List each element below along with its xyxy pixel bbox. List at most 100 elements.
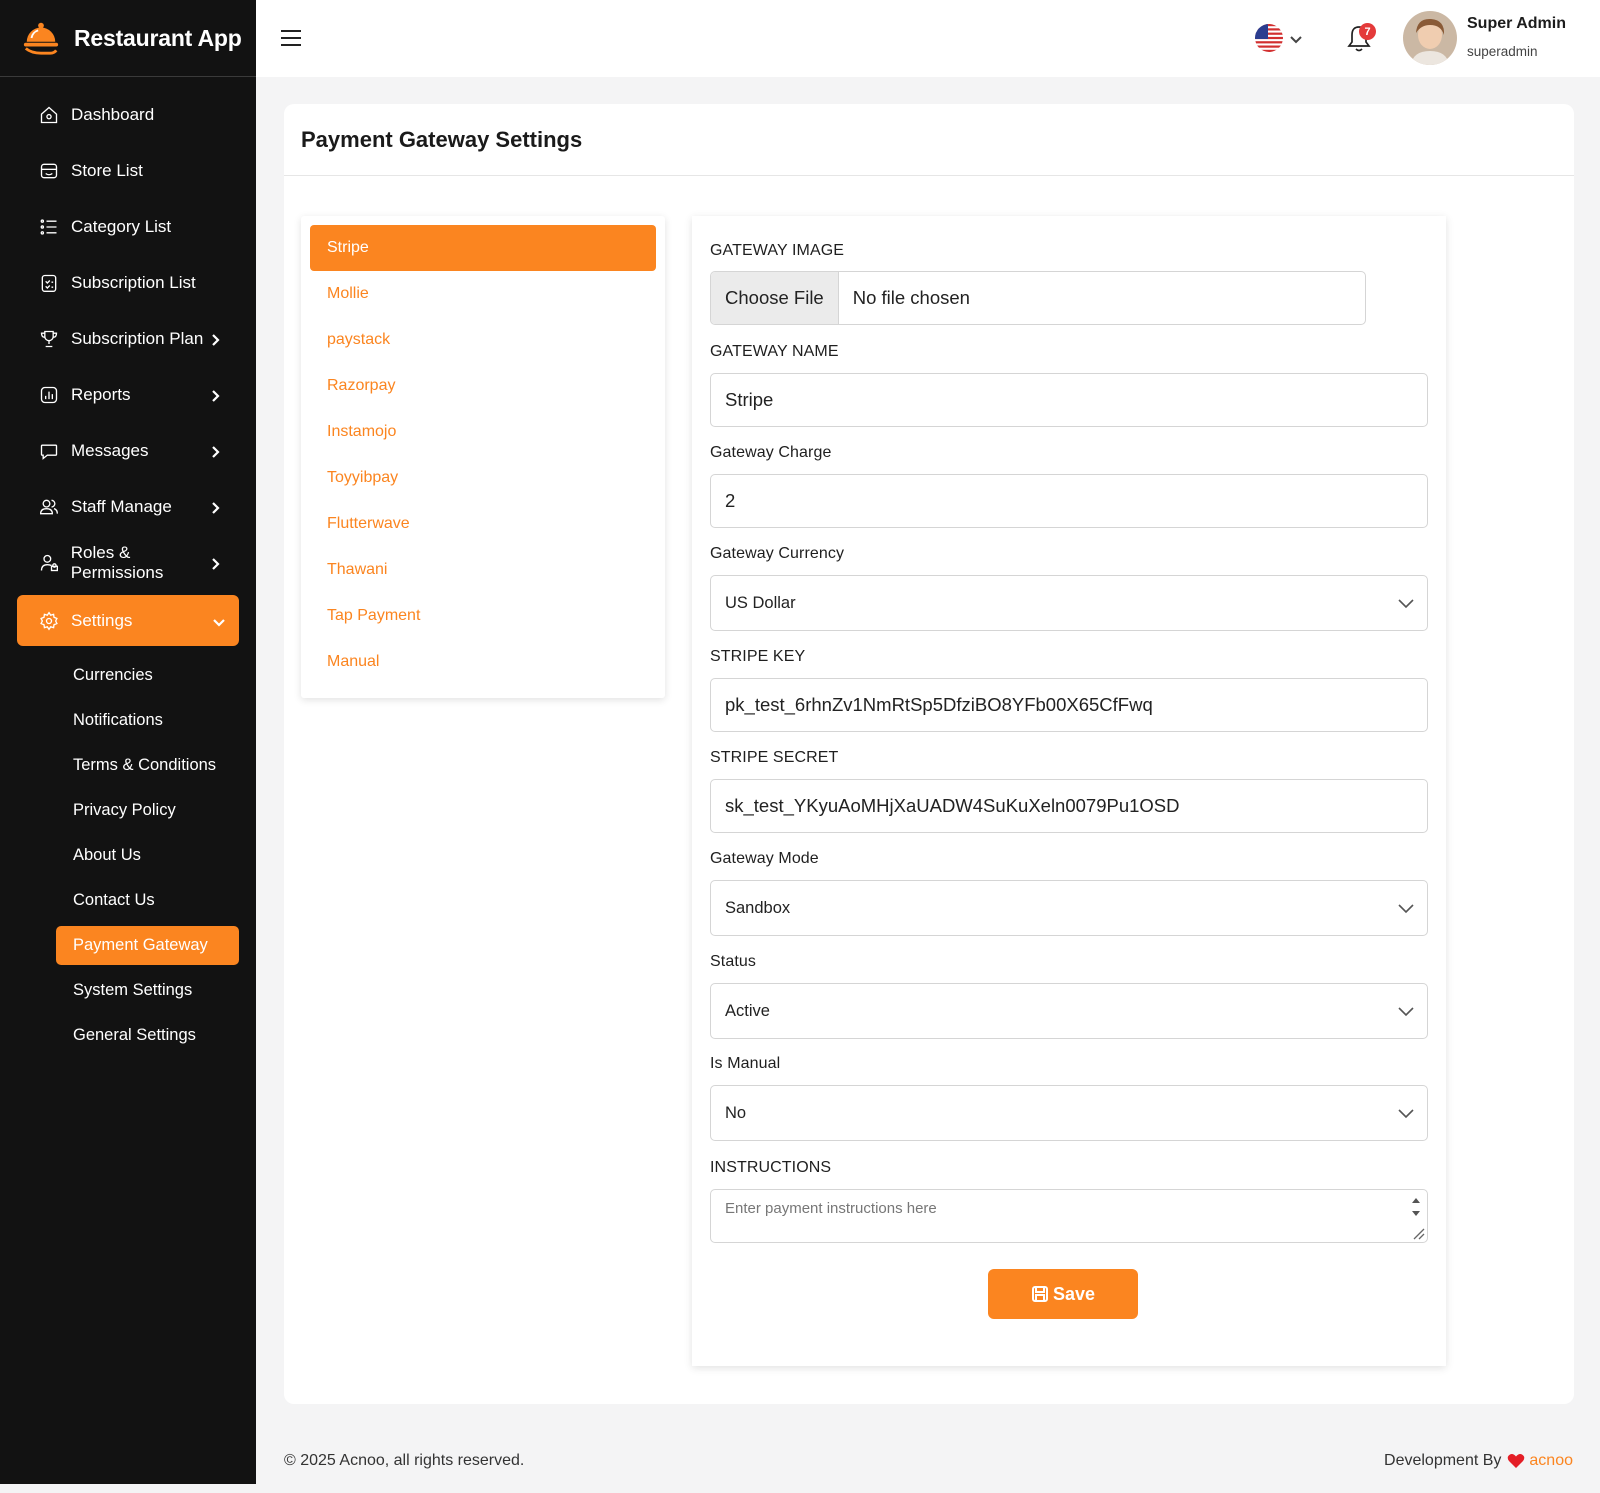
choose-file-button[interactable]: Choose File bbox=[711, 272, 839, 324]
save-button-label: Save bbox=[1052, 1283, 1096, 1304]
language-selector[interactable] bbox=[1255, 24, 1283, 52]
gateway-item-manual[interactable]: Manual bbox=[310, 639, 656, 685]
sidebar-subitem-contact-us[interactable]: Contact Us bbox=[56, 881, 239, 920]
sidebar-item-roles-permissions[interactable]: Roles & Permissions bbox=[0, 535, 256, 591]
is-manual-select[interactable]: No bbox=[710, 1085, 1428, 1141]
gateway-item-flutterwave[interactable]: Flutterwave bbox=[310, 501, 656, 547]
brand[interactable]: Restaurant App bbox=[0, 0, 256, 77]
chevron-down-icon[interactable] bbox=[1290, 32, 1302, 44]
gateway-currency-label: Gateway Currency bbox=[710, 545, 845, 562]
settings-subnav: Currencies Notifications Terms & Conditi… bbox=[0, 652, 256, 1055]
clipboard-icon bbox=[38, 272, 60, 294]
chat-bubble-icon bbox=[38, 440, 60, 462]
gateway-item-razorpay[interactable]: Razorpay bbox=[310, 363, 656, 409]
chevron-down-icon bbox=[212, 614, 226, 628]
gateway-item-paystack[interactable]: paystack bbox=[310, 317, 656, 363]
sidebar-item-label: Roles & Permissions bbox=[70, 543, 164, 582]
chevron-right-icon bbox=[208, 556, 222, 570]
sidebar-item-settings[interactable]: Settings bbox=[17, 595, 239, 646]
avatar[interactable] bbox=[1403, 11, 1457, 65]
sidebar-subitem-terms-conditions[interactable]: Terms & Conditions bbox=[56, 746, 239, 785]
hamburger-icon bbox=[281, 30, 301, 46]
page-title: Payment Gateway Settings bbox=[301, 126, 583, 152]
sidebar-item-category-list[interactable]: Category List bbox=[0, 199, 256, 255]
status-value: Active bbox=[725, 1001, 770, 1020]
stripe-key-input[interactable]: pk_test_6rhnZv1NmRtSp5DfziBO8YFb00X65CfF… bbox=[710, 678, 1428, 732]
chevron-down-icon bbox=[1397, 899, 1415, 917]
status-label: Status bbox=[710, 953, 756, 970]
resize-handle-icon[interactable] bbox=[1411, 1226, 1425, 1240]
dev-prefix: Development By bbox=[1384, 1452, 1502, 1469]
gateway-item-instamojo[interactable]: Instamojo bbox=[310, 409, 656, 455]
topbar: 7 Super Admin superadmin bbox=[256, 0, 1600, 77]
user-name[interactable]: Super Admin bbox=[1467, 15, 1566, 33]
gear-icon bbox=[38, 610, 60, 632]
save-button[interactable]: Save bbox=[988, 1269, 1138, 1319]
sidebar-item-subscription-list[interactable]: Subscription List bbox=[0, 255, 256, 311]
chevron-right-icon bbox=[208, 332, 222, 346]
is-manual-value: No bbox=[725, 1103, 747, 1122]
sidebar-subitem-system-settings[interactable]: System Settings bbox=[56, 971, 239, 1010]
gateway-charge-input[interactable]: 2 bbox=[710, 474, 1428, 528]
instructions-placeholder: Enter payment instructions here bbox=[725, 1200, 937, 1217]
instructions-textarea[interactable]: Enter payment instructions here bbox=[710, 1189, 1428, 1243]
payment-gateway-card: Payment Gateway Settings Stripe Mollie p… bbox=[284, 104, 1574, 1404]
footer: © 2025 Acnoo, all rights reserved. Devel… bbox=[256, 1430, 1600, 1480]
gateway-item-toyyibpay[interactable]: Toyyibpay bbox=[310, 455, 656, 501]
sidebar-nav: Dashboard Store List Category List Subsc… bbox=[0, 77, 256, 646]
chevron-right-icon bbox=[208, 500, 222, 514]
sidebar-item-label: Reports bbox=[71, 385, 131, 404]
gateway-item-tap-payment[interactable]: Tap Payment bbox=[310, 593, 656, 639]
sidebar-item-messages[interactable]: Messages bbox=[0, 423, 256, 479]
gateway-form: GATEWAY IMAGE Choose File No file chosen… bbox=[692, 216, 1446, 1366]
gateway-item-mollie[interactable]: Mollie bbox=[310, 271, 656, 317]
us-flag-icon bbox=[1255, 24, 1283, 52]
status-select[interactable]: Active bbox=[710, 983, 1428, 1039]
chevron-down-icon bbox=[1397, 1002, 1415, 1020]
sidebar-item-label: Subscription Plan bbox=[71, 329, 204, 348]
sidebar-subitem-notifications[interactable]: Notifications bbox=[56, 701, 239, 740]
gateway-currency-select[interactable]: US Dollar bbox=[710, 575, 1428, 631]
sidebar-item-subscription-plan[interactable]: Subscription Plan bbox=[0, 311, 256, 367]
gateway-currency-value: US Dollar bbox=[725, 593, 796, 612]
dev-brand-link[interactable]: acnoo bbox=[1529, 1452, 1573, 1470]
sidebar-item-label: Dashboard bbox=[71, 105, 155, 124]
list-icon bbox=[38, 216, 60, 238]
menu-toggle-button[interactable] bbox=[280, 27, 302, 49]
instructions-label: INSTRUCTIONS bbox=[710, 1159, 832, 1176]
bar-chart-icon bbox=[38, 384, 60, 406]
gateway-item-stripe[interactable]: Stripe bbox=[310, 225, 656, 271]
chevron-down-icon bbox=[1397, 594, 1415, 612]
sidebar-subitem-general-settings[interactable]: General Settings bbox=[56, 1016, 239, 1055]
sidebar-subitem-payment-gateway[interactable]: Payment Gateway bbox=[56, 926, 239, 965]
sidebar-item-dashboard[interactable]: Dashboard bbox=[0, 87, 256, 143]
user-role-icon bbox=[38, 552, 60, 574]
gateway-image-file-input[interactable]: Choose File No file chosen bbox=[710, 271, 1366, 325]
sidebar-subitem-privacy-policy[interactable]: Privacy Policy bbox=[56, 791, 239, 830]
gateway-charge-label: Gateway Charge bbox=[710, 444, 832, 461]
floppy-disk-icon bbox=[1031, 1286, 1048, 1302]
notification-count-badge: 7 bbox=[1359, 23, 1376, 40]
trophy-icon bbox=[38, 328, 60, 350]
file-status-text: No file chosen bbox=[852, 287, 970, 308]
card-header: Payment Gateway Settings bbox=[284, 104, 1574, 176]
user-avatar-image bbox=[1403, 11, 1457, 65]
copyright-text: © 2025 Acnoo, all rights reserved. bbox=[284, 1452, 525, 1469]
stripe-secret-input[interactable]: sk_test_YKyuAoMHjXaUADW4SuKuXeln0079Pu1O… bbox=[710, 779, 1428, 833]
gateway-name-input[interactable]: Stripe bbox=[710, 373, 1428, 427]
developer-credit: Development By acnoo bbox=[1384, 1452, 1573, 1470]
sidebar-item-staff-manage[interactable]: Staff Manage bbox=[0, 479, 256, 535]
gateway-mode-select[interactable]: Sandbox bbox=[710, 880, 1428, 936]
gateway-item-thawani[interactable]: Thawani bbox=[310, 547, 656, 593]
is-manual-label: Is Manual bbox=[710, 1055, 781, 1072]
sidebar-item-store-list[interactable]: Store List bbox=[0, 143, 256, 199]
gateway-name-label: GATEWAY NAME bbox=[710, 343, 839, 360]
scroll-arrows-icon[interactable] bbox=[1411, 1194, 1421, 1220]
sidebar-item-label: Category List bbox=[71, 217, 172, 236]
sidebar-subitem-about-us[interactable]: About Us bbox=[56, 836, 239, 875]
gateway-image-label: GATEWAY IMAGE bbox=[710, 242, 845, 259]
sidebar-item-reports[interactable]: Reports bbox=[0, 367, 256, 423]
app-name: Restaurant App bbox=[74, 24, 242, 51]
sidebar-subitem-currencies[interactable]: Currencies bbox=[56, 656, 239, 695]
gateway-mode-value: Sandbox bbox=[725, 898, 791, 917]
